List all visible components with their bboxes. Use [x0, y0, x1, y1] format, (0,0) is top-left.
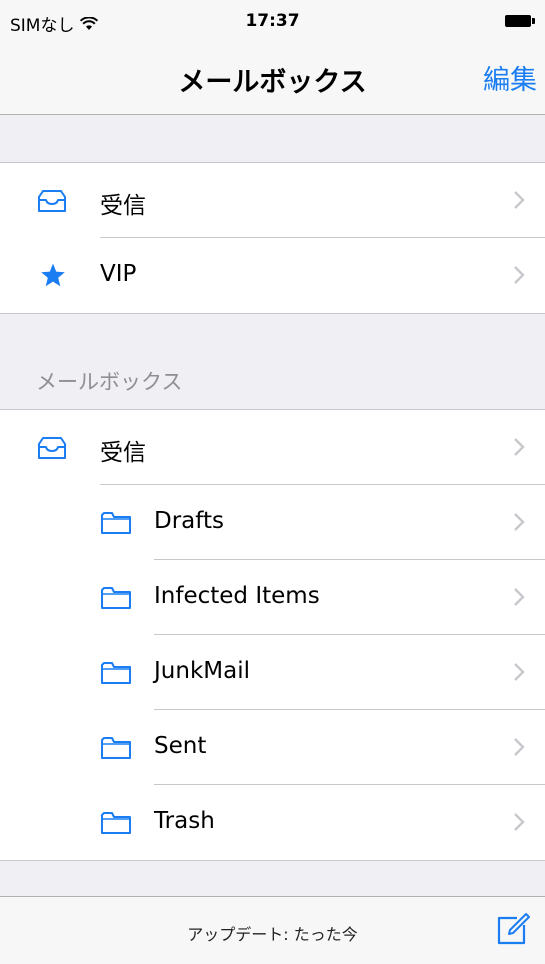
- mailboxes-group: 受信 Drafts Infected Items JunkMail Sent T…: [0, 409, 545, 861]
- folder-icon: [101, 587, 131, 609]
- page-title: メールボックス: [178, 67, 367, 98]
- folder-item-label: Sent: [154, 733, 207, 759]
- chevron-right-icon: [514, 191, 525, 209]
- folder-icon: [101, 512, 131, 534]
- folder-icon: [101, 812, 131, 834]
- compose-icon: [497, 913, 530, 945]
- star-icon: [41, 263, 65, 287]
- status-bar: SIMなし 17:37: [0, 0, 545, 40]
- mail-screen: SIMなし 17:37 メールボックス 編集 受信 VIP メールボックス 受信…: [0, 0, 545, 964]
- compose-button[interactable]: [493, 909, 533, 949]
- chevron-right-icon: [514, 438, 525, 456]
- folder-item-label: Infected Items: [154, 583, 320, 609]
- inbox-icon: [38, 437, 66, 459]
- favorite-item-label: VIP: [100, 261, 137, 287]
- status-time: 17:37: [245, 11, 300, 31]
- folder-item-infected-items[interactable]: Infected Items: [0, 560, 545, 635]
- mailbox-item-inbox[interactable]: 受信: [0, 410, 545, 485]
- edit-button[interactable]: 編集: [483, 58, 537, 97]
- section-header-mailboxes: メールボックス: [36, 370, 183, 394]
- folder-icon: [101, 737, 131, 759]
- update-status: アップデート: たった今: [187, 925, 358, 944]
- inbox-icon: [38, 190, 66, 212]
- chevron-right-icon: [514, 738, 525, 756]
- folder-item-sent[interactable]: Sent: [0, 710, 545, 785]
- chevron-right-icon: [514, 813, 525, 831]
- favorite-item-vip[interactable]: VIP: [0, 238, 545, 313]
- navigation-bar: メールボックス 編集: [0, 40, 545, 115]
- chevron-right-icon: [514, 588, 525, 606]
- folder-icon: [101, 662, 131, 684]
- folder-item-label: JunkMail: [154, 658, 250, 684]
- favorite-item-label: 受信: [100, 193, 146, 219]
- folder-item-drafts[interactable]: Drafts: [0, 485, 545, 560]
- favorites-group: 受信 VIP: [0, 162, 545, 314]
- battery-icon: [505, 15, 535, 27]
- chevron-right-icon: [514, 266, 525, 284]
- folder-item-label: Trash: [154, 808, 215, 834]
- favorite-item-inbox[interactable]: 受信: [0, 163, 545, 238]
- folder-item-trash[interactable]: Trash: [0, 785, 545, 860]
- folder-item-junkmail[interactable]: JunkMail: [0, 635, 545, 710]
- bottom-toolbar: アップデート: たった今: [0, 896, 545, 964]
- chevron-right-icon: [514, 663, 525, 681]
- chevron-right-icon: [514, 513, 525, 531]
- folder-item-label: Drafts: [154, 508, 224, 534]
- mailbox-item-label: 受信: [100, 440, 146, 466]
